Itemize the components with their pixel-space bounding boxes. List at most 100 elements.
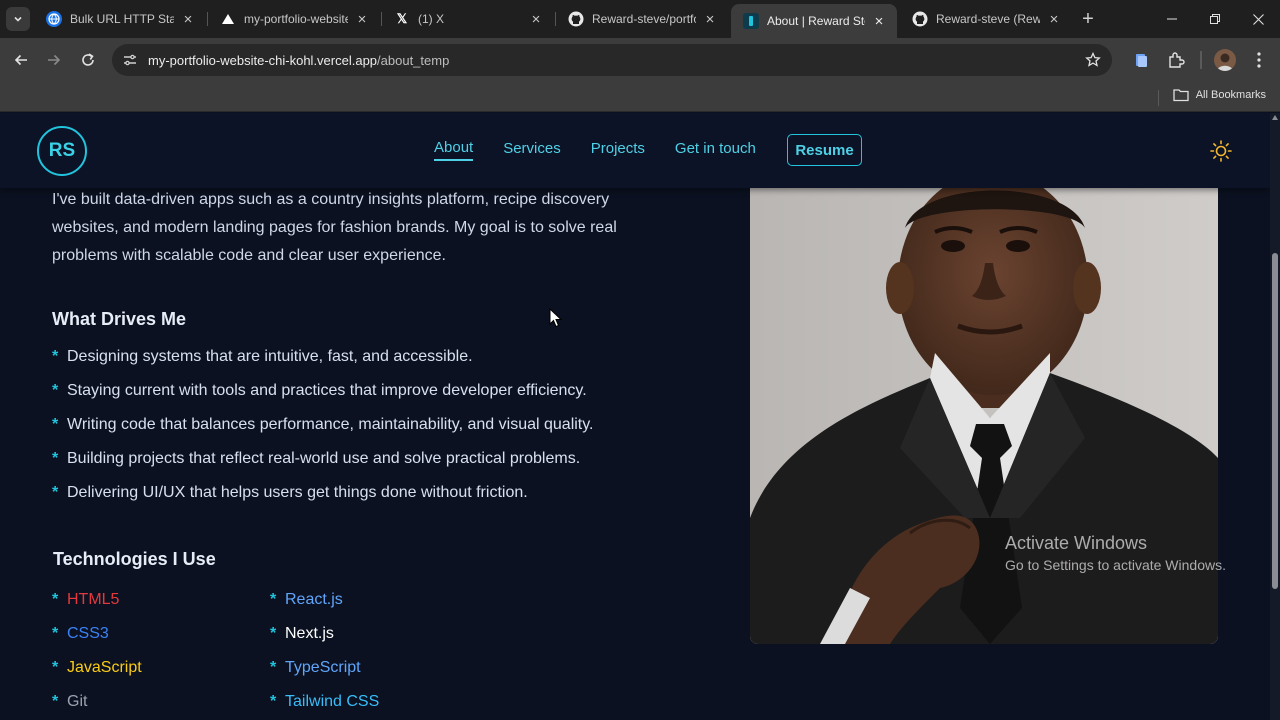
document-icon[interactable] <box>1131 50 1151 70</box>
globe-icon <box>46 11 62 27</box>
extensions-icon[interactable] <box>1166 50 1186 70</box>
list-item-text: Delivering UI/UX that helps users get th… <box>67 484 528 501</box>
activate-title: Activate Windows <box>1005 533 1148 553</box>
tab-title: my-portfolio-website <box>244 12 348 26</box>
tab-search-button[interactable] <box>6 7 30 31</box>
tech-nextjs: Next.js <box>285 625 334 642</box>
folder-icon <box>1173 89 1189 102</box>
activate-subtitle: Go to Settings to activate Windows. <box>1005 557 1226 573</box>
url-path: /about_temp <box>377 52 450 68</box>
all-bookmarks-button[interactable]: All Bookmarks <box>1173 88 1266 102</box>
tech-item: * CSS3 <box>52 624 142 658</box>
tech-typescript: TypeScript <box>285 659 361 676</box>
tech-item: * JavaScript <box>52 658 142 692</box>
restore-icon <box>1210 14 1220 24</box>
close-tab-icon[interactable]: × <box>1046 11 1062 28</box>
what-drives-me-heading: What Drives Me <box>52 309 187 329</box>
resume-button[interactable]: Resume <box>787 134 862 166</box>
tech-item: * TypeScript <box>270 658 379 692</box>
mouse-cursor-icon <box>549 307 563 328</box>
all-bookmarks-label: All Bookmarks <box>1195 89 1266 101</box>
bullet-icon: * <box>270 625 277 642</box>
tech-item: * Next.js <box>270 624 379 658</box>
nav-projects[interactable]: Projects <box>591 140 645 160</box>
url-host: my-portfolio-website-chi-kohl.vercel.app <box>148 52 378 68</box>
sun-icon[interactable] <box>1209 139 1233 163</box>
browser-tab[interactable]: Bulk URL HTTP Status × <box>34 4 206 34</box>
list-item: * Building projects that reflect real-wor… <box>52 449 594 483</box>
minimize-button[interactable] <box>1150 0 1194 38</box>
activate-windows-watermark: Activate Windows Go to Settings to activ… <box>1005 533 1226 573</box>
site-favicon <box>743 13 759 29</box>
arrow-left-icon <box>14 54 27 66</box>
minimize-icon <box>1167 18 1177 20</box>
address-bar[interactable]: my-portfolio-website-chi-kohl.vercel.app… <box>112 44 1112 76</box>
tech-reactjs: React.js <box>285 591 343 608</box>
nav-get-in-touch[interactable]: Get in touch <box>675 140 756 160</box>
nav-about[interactable]: About <box>434 139 474 161</box>
bullet-icon: * <box>52 450 59 467</box>
browser-tab[interactable]: my-portfolio-website × <box>208 4 380 34</box>
close-tab-icon[interactable]: × <box>180 11 196 28</box>
tech-tailwind: Tailwind CSS <box>285 693 380 710</box>
browser-tab[interactable]: Reward-steve (Rewar × <box>900 4 1072 34</box>
scrollbar-thumb[interactable] <box>1272 253 1278 589</box>
tech-git: Git <box>67 693 88 710</box>
tech-item: * React.js <box>270 590 379 624</box>
github-icon <box>912 11 928 27</box>
chevron-down-icon <box>14 16 22 22</box>
restore-button[interactable] <box>1193 0 1237 38</box>
browser-tab[interactable]: Reward-steve/portfol × <box>556 4 728 34</box>
tab-title: Reward-steve (Rewar <box>936 12 1040 26</box>
list-item-text: Designing systems that are intuitive, fa… <box>67 348 473 365</box>
bullet-icon: * <box>270 693 277 710</box>
bookmarks-bar: All Bookmarks <box>0 82 1280 112</box>
main-nav: About Services Projects Get in touch <box>434 139 786 161</box>
bullet-icon: * <box>52 591 59 608</box>
list-item-text: Building projects that reflect real-worl… <box>67 450 581 467</box>
profile-avatar[interactable] <box>1214 49 1236 71</box>
scroll-up-arrow-icon[interactable] <box>1272 115 1278 120</box>
more-menu-icon[interactable] <box>1249 50 1269 70</box>
bullet-icon: * <box>52 382 59 399</box>
nav-services[interactable]: Services <box>503 140 561 160</box>
list-item-text: Writing code that balances performance, … <box>67 416 594 433</box>
technologies-heading: Technologies I Use <box>53 549 216 569</box>
github-icon <box>568 11 584 27</box>
list-item-text: Staying current with tools and practices… <box>67 382 587 399</box>
reload-button[interactable] <box>76 48 100 72</box>
list-item: * Designing systems that are intuitive, f… <box>52 347 594 381</box>
browser-tab[interactable]: 𝕏 (1) X × <box>382 4 554 34</box>
tab-title: About | Reward Step <box>767 14 865 28</box>
close-tab-icon[interactable]: × <box>354 11 370 28</box>
back-button[interactable] <box>9 48 33 72</box>
bullet-icon: * <box>52 484 59 501</box>
site-logo[interactable]: RS <box>37 126 87 176</box>
bullet-icon: * <box>52 659 59 676</box>
tab-title: (1) X <box>418 12 445 26</box>
tech-item: * Tailwind CSS <box>270 692 379 720</box>
tech-html5: HTML5 <box>67 591 120 608</box>
browser-tab-active[interactable]: About | Reward Step × <box>731 4 897 38</box>
close-window-button[interactable] <box>1236 0 1280 38</box>
about-intro-text: I've built data-driven apps such as a co… <box>52 191 617 264</box>
bullet-icon: * <box>52 625 59 642</box>
close-tab-icon[interactable]: × <box>871 13 887 30</box>
close-tab-icon[interactable]: × <box>702 11 718 28</box>
new-tab-button[interactable]: + <box>1078 8 1098 30</box>
site-info-icon[interactable] <box>122 52 138 68</box>
close-tab-icon[interactable]: × <box>528 11 544 28</box>
forward-button[interactable] <box>42 48 66 72</box>
page-scrollbar[interactable] <box>1270 113 1280 720</box>
bullet-icon: * <box>270 591 277 608</box>
tech-list-left: * HTML5 * CSS3 * JavaScript * Git <box>52 590 142 720</box>
bookmarks-divider <box>1158 90 1159 106</box>
profile-photo <box>750 188 1218 644</box>
list-item: * Staying current with tools and practice… <box>52 381 594 415</box>
bookmark-star-icon[interactable] <box>1084 51 1102 69</box>
arrow-right-icon <box>48 54 61 66</box>
bullet-icon: * <box>270 659 277 676</box>
x-logo-icon: 𝕏 <box>396 11 408 26</box>
reload-icon <box>82 53 94 66</box>
tab-title: Bulk URL HTTP Status <box>70 12 174 26</box>
